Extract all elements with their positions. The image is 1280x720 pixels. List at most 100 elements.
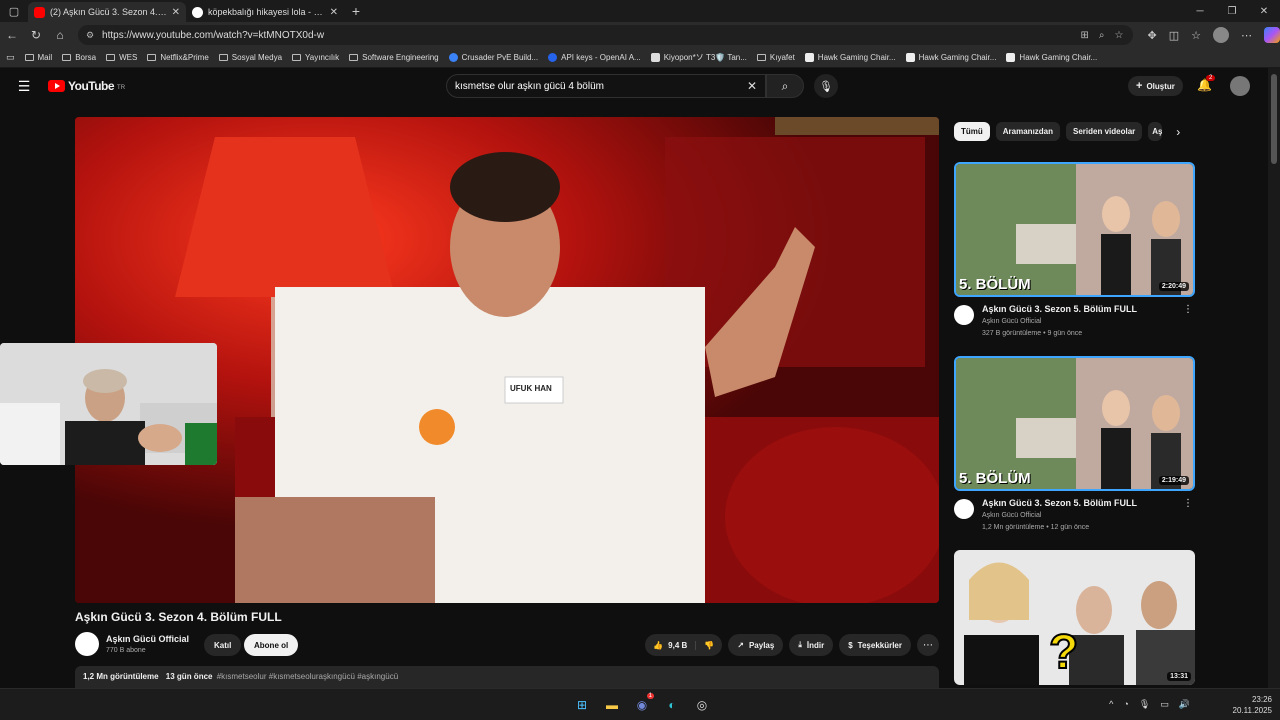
site-info-icon[interactable]: ⚙ [86, 30, 94, 41]
extensions-icon[interactable]: ✥ [1147, 29, 1156, 42]
recommendation-item[interactable]: 5. BÖLÜM 2:19:49 Aşkın Gücü 3. Sezon 5. … [954, 356, 1195, 541]
thumbs-down-icon: 👎 [704, 640, 715, 650]
channel-avatar[interactable] [75, 632, 99, 656]
channel-avatar[interactable] [954, 305, 974, 325]
discord-badge: 1 [646, 693, 654, 699]
favorite-star-icon[interactable]: ☆ [1115, 30, 1124, 41]
menu-icon[interactable]: ☰ [0, 78, 48, 95]
obs-icon[interactable]: ◎ [690, 693, 714, 717]
subscribe-button[interactable]: Abone ol [244, 634, 299, 656]
settings-more-icon[interactable]: ⋯ [1241, 29, 1252, 42]
join-button[interactable]: Katıl [204, 634, 242, 656]
restore-icon[interactable]: ❐ [1216, 6, 1248, 17]
download-button[interactable]: ⤓ İndir [789, 634, 834, 656]
more-actions-button[interactable]: ⋯ [917, 634, 939, 656]
refresh-icon[interactable]: ↻ [24, 28, 48, 42]
new-tab-button[interactable]: + [344, 3, 368, 19]
video-title: Aşkın Gücü 3. Sezon 4. Bölüm FULL [75, 610, 282, 624]
search-button[interactable]: ⌕ [766, 74, 804, 98]
bookmark-kiyafet[interactable]: Kıyafet [756, 53, 795, 62]
bookmark-wes[interactable]: WES [106, 53, 137, 62]
tab-google[interactable]: köpekbalığı hikayesi lola - Google ✕ [186, 2, 344, 22]
tab-actions-icon[interactable]: ▢ [0, 0, 28, 22]
display-icon[interactable]: ▭ [1160, 699, 1169, 710]
channel-name[interactable]: Aşkın Gücü Official [106, 634, 189, 644]
bookmark-software-engineering[interactable]: Software Engineering [349, 53, 439, 62]
tab-youtube[interactable]: (2) Aşkın Gücü 3. Sezon 4. Bölüm ✕ [28, 2, 186, 22]
page-scrollbar[interactable] [1268, 68, 1280, 688]
profile-avatar[interactable] [1212, 27, 1229, 43]
bookmark-yayincilik[interactable]: Yayıncılık [292, 53, 339, 62]
video-thumbnail[interactable]: ? 13:31 [954, 550, 1195, 685]
thumbs-up-icon: 👍 [653, 640, 664, 650]
bookmark-sosyal-medya[interactable]: Sosyal Medya [218, 53, 282, 62]
video-thumbnail[interactable]: 5. BÖLÜM 2:20:49 [954, 162, 1195, 297]
bookmark-crusader[interactable]: Crusader PvE Build... [448, 53, 539, 62]
bookmark-hawk-1[interactable]: Hawk Gaming Chair... [804, 53, 896, 62]
youtube-logo[interactable]: YouTube TR [48, 79, 125, 93]
tray-overflow-icon[interactable]: ^ [1109, 699, 1113, 710]
tray-mic-icon[interactable]: 🎙 [1139, 699, 1150, 710]
back-icon[interactable]: ← [0, 28, 24, 42]
share-button[interactable]: ↗ Paylaş [728, 634, 784, 656]
user-avatar[interactable] [1230, 76, 1250, 96]
youtube-favicon-icon [34, 6, 45, 18]
browser-toolbar: ✥ ◫ ☆ ⋯ [1147, 27, 1280, 43]
more-vert-icon[interactable]: ⋮ [1183, 498, 1193, 509]
voice-search-button[interactable]: 🎙 [814, 74, 838, 98]
recommendation-title[interactable]: Aşkın Gücü 3. Sezon 5. Bölüm FULL [982, 498, 1137, 508]
webcam-overlay [0, 343, 217, 465]
like-count: 9,4 B [668, 640, 688, 650]
chip-from-search[interactable]: Aramanızdan [995, 122, 1061, 141]
more-vert-icon[interactable]: ⋮ [1183, 304, 1193, 315]
volume-icon[interactable]: 🔊 [1179, 699, 1190, 710]
video-thumbnail[interactable]: 5. BÖLÜM 2:19:49 [954, 356, 1195, 491]
reading-list-icon[interactable]: ▭ [6, 52, 15, 63]
channel-avatar[interactable] [954, 499, 974, 519]
recommendation-channel[interactable]: Aşkın Gücü Official [982, 318, 1041, 325]
bookmark-hawk-3[interactable]: Hawk Gaming Chair... [1006, 53, 1097, 62]
close-tab-icon[interactable]: ✕ [330, 7, 338, 18]
zoom-icon[interactable]: ⌕ [1099, 30, 1105, 41]
close-tab-icon[interactable]: ✕ [172, 7, 180, 18]
tray-app-icon[interactable]: ◔ [1123, 699, 1128, 710]
create-button[interactable]: + Oluştur [1128, 76, 1183, 96]
home-icon[interactable]: ⌂ [48, 28, 72, 42]
recommendation-channel[interactable]: Aşkın Gücü Official [982, 512, 1041, 519]
chevron-right-icon[interactable]: › [1176, 125, 1180, 139]
chip-series[interactable]: Seriden videolar [1066, 122, 1143, 141]
scrollbar-thumb[interactable] [1271, 74, 1277, 164]
bookmark-mail[interactable]: Mail [24, 53, 52, 62]
file-explorer-icon[interactable]: ▬ [600, 693, 624, 717]
chip-love[interactable]: Aşk [1148, 122, 1163, 141]
edge-icon[interactable]: ◐ [660, 693, 684, 717]
recommendation-item[interactable]: 5. BÖLÜM 2:20:49 Aşkın Gücü 3. Sezon 5. … [954, 162, 1195, 347]
discord-icon[interactable]: ◉ 1 [630, 693, 654, 717]
clear-search-icon[interactable]: ✕ [747, 79, 757, 93]
url-field[interactable]: ⚙ https://www.youtube.com/watch?v=ktMNOT… [77, 25, 1134, 45]
bookmark-borsa[interactable]: Borsa [62, 53, 96, 62]
like-button[interactable]: 👍 9,4 B [645, 640, 697, 650]
split-screen-icon[interactable]: ◫ [1169, 29, 1179, 42]
hashtags[interactable]: #kısmetseolur #kısmetseoluraşkıngücü #aş… [217, 672, 398, 681]
recommendation-title[interactable]: Aşkın Gücü 3. Sezon 5. Bölüm FULL [982, 304, 1137, 314]
recommendation-item[interactable]: ? 13:31 [954, 550, 1195, 685]
favorites-icon[interactable]: ☆ [1191, 29, 1201, 42]
bookmark-label: WES [119, 53, 138, 62]
bookmark-hawk-2[interactable]: Hawk Gaming Chair... [905, 53, 996, 62]
bookmark-netflix[interactable]: Netflix&Prime [147, 53, 209, 62]
search-input[interactable]: kısmetse olur aşkın gücü 4 bölüm ✕ [446, 74, 766, 98]
copilot-icon[interactable] [1263, 27, 1280, 43]
chip-all[interactable]: Tümü [954, 122, 990, 141]
app-available-icon[interactable]: ⊞ [1081, 30, 1089, 41]
start-icon[interactable]: ⊞ [570, 693, 594, 717]
bookmark-kiyopon[interactable]: Kiyopon*ソ T3🛡️ Tan... [650, 52, 747, 63]
thanks-button[interactable]: $ Teşekkürler [839, 634, 911, 656]
close-window-icon[interactable]: ✕ [1248, 6, 1280, 17]
bookmark-label: Crusader PvE Build... [461, 53, 539, 62]
bookmark-openai[interactable]: API keys - OpenAI A... [548, 53, 641, 62]
minimize-icon[interactable]: ─ [1184, 6, 1216, 17]
dislike-button[interactable]: 👎 [696, 641, 722, 650]
description-box[interactable]: 1,2 Mn görüntüleme 13 gün önce #kısmetse… [75, 666, 939, 688]
clock[interactable]: 23:26 20.11.2025 [1233, 694, 1272, 716]
